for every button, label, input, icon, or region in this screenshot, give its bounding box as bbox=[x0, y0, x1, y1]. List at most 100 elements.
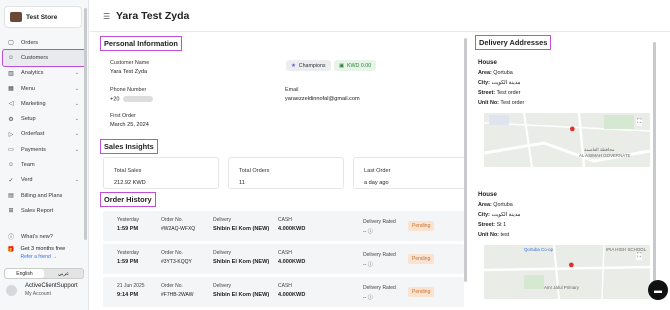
referral-promo[interactable]: 🎁 Get 3 months free Refer a friend → bbox=[7, 246, 65, 260]
map-poi-label-2: Amr Jaful Primary bbox=[544, 285, 579, 290]
sidebar-item-orderfast[interactable]: ▷ Orderfast ⌄ bbox=[0, 127, 89, 142]
analytics-icon: ▥ bbox=[8, 70, 14, 77]
address-card: House Area: Qortuba City: مدينة الكويت S… bbox=[478, 191, 650, 242]
order-row[interactable]: Yesterday 1:59 PM Order No. #W2AQ-WFXQ Deliv… bbox=[103, 211, 464, 241]
wallet-icon: ▣ bbox=[339, 62, 345, 69]
branch-name: Shibin El Kom (NEW) bbox=[213, 259, 270, 265]
refer-friend-link[interactable]: Refer a friend → bbox=[20, 254, 65, 260]
address-map[interactable]: AL ASIMAH GOVERNATE محافظة العاصمة ● ⛶ bbox=[484, 113, 650, 167]
area-value: Qortuba bbox=[493, 202, 513, 208]
sidebar-item-sales-report[interactable]: ⊞ Sales Report bbox=[0, 203, 89, 218]
sidebar-item-label: Analytics bbox=[21, 70, 44, 77]
order-row[interactable]: 21 Jun 2025 9:14 PM Order No. #F7HB-2WAW Del… bbox=[103, 277, 464, 307]
sidebar-item-billing-and-plans[interactable]: ▤ Billing and Plans bbox=[0, 188, 89, 203]
delivery-rating: -- ⓘ bbox=[363, 228, 373, 235]
champions-badge: ★ Champions bbox=[286, 60, 331, 71]
order-date: 21 Jun 2025 bbox=[117, 283, 145, 289]
unit-value: test bbox=[500, 232, 510, 238]
delivery-label: Delivery bbox=[213, 217, 232, 223]
megaphone-icon: ◁ bbox=[8, 101, 14, 108]
customer-name-value: Yara Test Zyda bbox=[110, 69, 148, 75]
chat-support-button[interactable]: ▬ bbox=[648, 280, 668, 300]
main-scrollbar[interactable] bbox=[464, 38, 467, 282]
order-row[interactable]: Yesterday 1:59 PM Order No. #3YT3-KQQY Deliv… bbox=[103, 244, 464, 274]
chevron-down-icon: ⌄ bbox=[74, 131, 79, 138]
sidebar-nav: ▢ Orders ☺ Customers ▥ Analytics ⌄ ▦ Menu ⌄ ◁ Marke… bbox=[0, 35, 89, 219]
star-icon: ★ bbox=[291, 62, 296, 69]
sidebar-item-label: Sales Report bbox=[21, 207, 54, 214]
address-map[interactable]: Qortuba Co-op Amr Jaful Primary IPIA HIG… bbox=[484, 245, 650, 299]
sidebar-scrollbar[interactable] bbox=[84, 8, 87, 240]
sidebar-item-label: Payments bbox=[21, 146, 46, 153]
status-badge: Pending bbox=[408, 287, 435, 297]
address-street: Street: Test order bbox=[478, 90, 650, 96]
store-selector[interactable]: Test Store bbox=[4, 6, 82, 28]
address-card: House Area: Qortuba City: مدينة الكويت S… bbox=[478, 59, 650, 110]
fullscreen-icon[interactable]: ⛶ bbox=[636, 119, 643, 126]
phone-prefix: +20 bbox=[110, 96, 120, 103]
sidebar-item-setup[interactable]: ⚙ Setup ⌄ bbox=[0, 111, 89, 126]
language-toggle[interactable]: English عربي bbox=[4, 268, 84, 279]
insight-card: Total Sales 212.92 KWD bbox=[103, 157, 219, 189]
fullscreen-icon[interactable]: ⛶ bbox=[636, 253, 643, 260]
sidebar-item-payments[interactable]: ▭ Payments ⌄ bbox=[0, 142, 89, 157]
first-order-value: March 25, 2024 bbox=[110, 122, 149, 128]
orderfast-icon: ▷ bbox=[8, 131, 14, 138]
sidebar-item-marketing[interactable]: ◁ Marketing ⌄ bbox=[0, 96, 89, 111]
sidebar-item-label: Setup bbox=[21, 116, 36, 123]
wallet-badge: ▣ KWD 0.00 bbox=[334, 60, 377, 71]
insight-value: a day ago bbox=[364, 180, 389, 186]
sidebar-item-label: Billing and Plans bbox=[21, 192, 63, 199]
billing-icon: ▤ bbox=[8, 193, 14, 200]
insight-label: Last Order bbox=[364, 168, 391, 174]
payment-method: CASH bbox=[278, 217, 292, 223]
insight-label: Total Orders bbox=[239, 168, 270, 174]
order-amount: 4.000KWD bbox=[278, 292, 306, 298]
sidebar-item-orders[interactable]: ▢ Orders bbox=[0, 35, 89, 50]
customer-name-label: Customer Name bbox=[110, 60, 150, 66]
order-number: #3YT3-KQQY bbox=[161, 259, 192, 265]
street-label: Street: bbox=[478, 90, 496, 96]
order-date: Yesterday bbox=[117, 250, 140, 256]
order-time: 1:59 PM bbox=[117, 259, 139, 265]
branch-name: Shibin El Kom (NEW) bbox=[213, 226, 270, 232]
user-name: ActiveClientSupport bbox=[25, 283, 78, 289]
map-region-label-ar: محافظة العاصمة bbox=[584, 147, 615, 152]
city-label: City: bbox=[478, 212, 490, 218]
help-icon: ⓘ bbox=[367, 229, 373, 235]
unit-value: Test order bbox=[500, 100, 525, 106]
insight-card: Total Orders 11 bbox=[228, 157, 344, 189]
help-icon: ⓘ bbox=[367, 295, 373, 301]
city-label: City: bbox=[478, 80, 490, 86]
personal-info-heading: Personal Information bbox=[100, 36, 182, 51]
sidebar-item-customers[interactable]: ☺ Customers bbox=[2, 49, 86, 67]
phone-label: Phone Number bbox=[110, 87, 147, 93]
order-amount: 4.000KWD bbox=[278, 259, 306, 265]
lang-english[interactable]: English bbox=[5, 269, 44, 278]
area-value: Qortuba bbox=[493, 70, 513, 76]
sidebar-item-menu[interactable]: ▦ Menu ⌄ bbox=[0, 81, 89, 96]
page-title: Yara Test Zyda bbox=[116, 10, 190, 22]
my-account-link[interactable]: My Account bbox=[25, 291, 78, 297]
order-amount: 4.000KWD bbox=[278, 226, 306, 232]
sidebar-item-label: Orderfast bbox=[21, 131, 45, 138]
hamburger-icon[interactable]: ☰ bbox=[103, 12, 110, 21]
addresses-scrollbar[interactable] bbox=[653, 42, 656, 282]
map-pin-icon: ● bbox=[568, 259, 575, 271]
delivery-addresses-heading: Delivery Addresses bbox=[475, 35, 552, 50]
sidebar-item-analytics[interactable]: ▥ Analytics ⌄ bbox=[0, 66, 89, 81]
order-number: #W2AQ-WFXQ bbox=[161, 226, 196, 232]
order-number: #F7HB-2WAW bbox=[161, 292, 194, 298]
menu-grid-icon: ▦ bbox=[8, 86, 14, 93]
whats-new-link[interactable]: ⓘ What's new? bbox=[0, 229, 89, 244]
insight-value: 212.92 KWD bbox=[114, 180, 146, 186]
map-graphic bbox=[484, 245, 650, 299]
sidebar-item-team[interactable]: ☺ Team bbox=[0, 157, 89, 172]
report-icon: ⊞ bbox=[8, 208, 14, 215]
unit-label: Unit No: bbox=[478, 232, 499, 238]
sidebar-item-verd[interactable]: ✓ Verd ⌄ bbox=[0, 173, 89, 188]
delivery-addresses-panel: Delivery Addresses House Area: Qortuba C… bbox=[473, 33, 660, 310]
store-name: Test Store bbox=[26, 13, 58, 21]
lang-arabic[interactable]: عربي bbox=[44, 269, 83, 278]
account-menu[interactable]: ActiveClientSupport My Account bbox=[6, 283, 78, 297]
